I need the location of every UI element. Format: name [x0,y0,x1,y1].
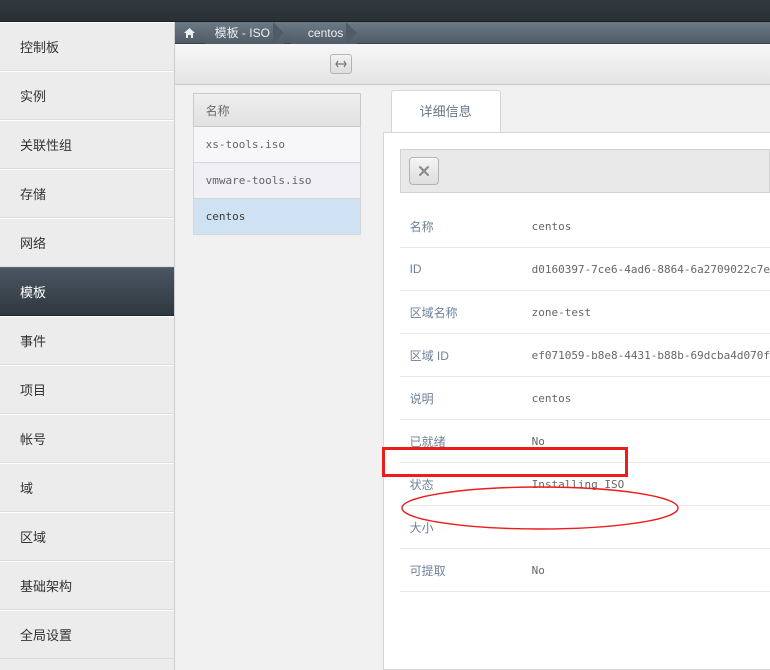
sidebar-item-accounts[interactable]: 帐号 [0,414,174,463]
detail-panel: 详细信息 名称 centos ID d0160397-7ce6-4ad6 [383,90,770,670]
detail-body: 名称 centos ID d0160397-7ce6-4ad6-8864-6a2… [383,132,770,670]
sidebar-item-dashboard[interactable]: 控制板 [0,22,174,71]
value-ready: No [532,435,545,448]
field-size: 大小 [400,506,770,549]
sidebar-item-affinity[interactable]: 关联性组 [0,120,174,169]
app-root: 控制板 实例 关联性组 存储 网络 模板 事件 项目 帐号 域 区域 基础架构 … [0,22,770,670]
field-extractable: 可提取 No [400,549,770,592]
expand-button[interactable] [330,54,352,74]
sidebar-item-zones[interactable]: 区域 [0,512,174,561]
topbar [0,0,770,22]
value-status: Installing ISO [532,478,625,491]
value-zoneid: ef071059-b8e8-4431-b88b-69dcba4d070f [532,349,770,362]
subtoolbar [175,44,770,85]
iso-list: 名称 xs-tools.iso vmware-tools.iso centos [193,93,361,670]
list-item[interactable]: centos [193,199,361,235]
field-zoneid: 区域 ID ef071059-b8e8-4431-b88b-69dcba4d07… [400,334,770,377]
tab-row: 详细信息 [383,90,770,132]
field-description: 说明 centos [400,377,770,420]
field-ready: 已就绪 No [400,420,770,463]
value-extractable: No [532,564,545,577]
label-description: 说明 [400,390,532,407]
sidebar-item-instances[interactable]: 实例 [0,71,174,120]
value-name: centos [532,220,572,233]
sidebar-item-events[interactable]: 事件 [0,316,174,365]
label-status: 状态 [400,476,532,493]
label-size: 大小 [400,519,532,536]
label-ready: 已就绪 [400,433,532,450]
field-status: 状态 Installing ISO [400,463,770,506]
breadcrumb: 模板 - ISO centos [175,22,770,44]
label-extractable: 可提取 [400,562,532,579]
value-zone: zone-test [532,306,592,319]
breadcrumb-current: centos [290,22,357,44]
value-description: centos [532,392,572,405]
value-id: d0160397-7ce6-4ad6-8864-6a2709022c7e [532,263,770,276]
sidebar-item-storage[interactable]: 存储 [0,169,174,218]
field-name: 名称 centos [400,205,770,248]
label-zone: 区域名称 [400,304,532,321]
main: 模板 - ISO centos 名称 xs-tools.iso vmware-t… [175,22,770,670]
sidebar-item-network[interactable]: 网络 [0,218,174,267]
field-zone: 区域名称 zone-test [400,291,770,334]
label-zoneid: 区域 ID [400,347,532,364]
delete-button[interactable] [409,157,439,185]
tab-details[interactable]: 详细信息 [391,90,501,132]
breadcrumb-templates[interactable]: 模板 - ISO [205,22,284,44]
label-name: 名称 [400,218,532,235]
sidebar-item-projects[interactable]: 项目 [0,365,174,414]
sidebar-item-templates[interactable]: 模板 [0,267,174,316]
field-id: ID d0160397-7ce6-4ad6-8864-6a2709022c7e [400,248,770,291]
list-item[interactable]: vmware-tools.iso [193,163,361,199]
content-row: 名称 xs-tools.iso vmware-tools.iso centos … [175,85,770,670]
label-id: ID [400,262,532,276]
list-item[interactable]: xs-tools.iso [193,127,361,163]
sidebar-item-infrastructure[interactable]: 基础架构 [0,561,174,610]
sidebar-item-global-settings[interactable]: 全局设置 [0,610,174,659]
action-row [400,149,770,193]
sidebar-item-domains[interactable]: 域 [0,463,174,512]
sidebar: 控制板 实例 关联性组 存储 网络 模板 事件 项目 帐号 域 区域 基础架构 … [0,22,175,670]
list-header-name: 名称 [193,93,361,127]
